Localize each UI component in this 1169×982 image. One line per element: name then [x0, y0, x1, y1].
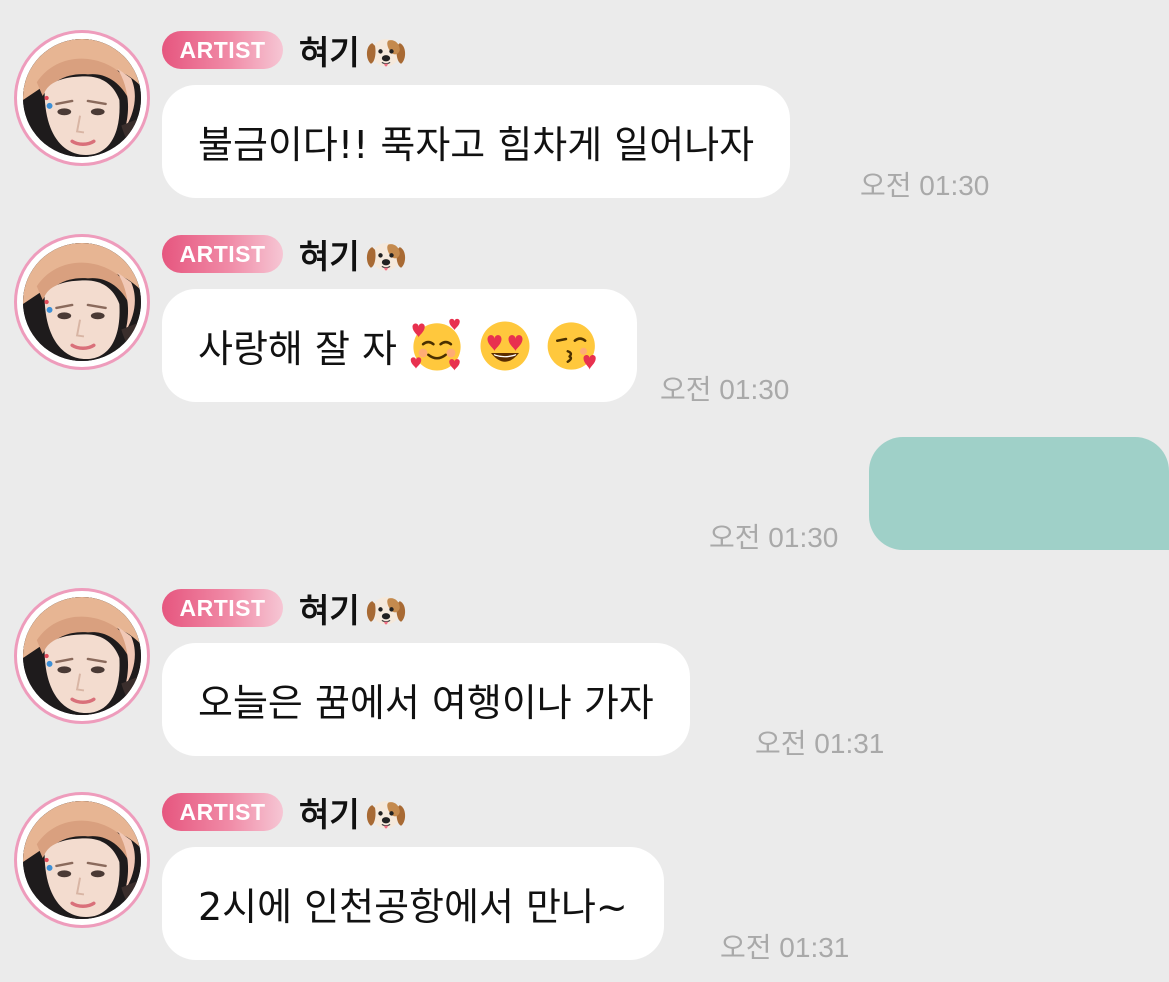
message-row: ARTIST 혀기 2시에 인천공항에서 만나~ 오전 01:31	[0, 792, 1169, 982]
avatar[interactable]	[14, 792, 150, 928]
message-text: 오늘은 꿈에서 여행이나 가자	[198, 681, 654, 725]
profile-photo-icon	[23, 597, 141, 715]
message-bubble[interactable]: 오늘은 꿈에서 여행이나 가자	[162, 643, 690, 756]
avatar-photo	[23, 597, 141, 715]
artist-badge: ARTIST	[162, 235, 283, 273]
dog-face-icon	[364, 586, 408, 630]
sender-name: 혀기	[299, 230, 408, 278]
profile-photo-icon	[23, 39, 141, 157]
avatar-photo	[23, 39, 141, 157]
message-time: 오전 01:31	[755, 728, 885, 759]
profile-photo-icon	[23, 243, 141, 361]
my-message-bubble[interactable]	[869, 437, 1169, 550]
avatar-photo	[23, 801, 141, 919]
message-row: ARTIST 혀기 사랑해 잘 자 오전 01:30	[0, 234, 1169, 424]
message-time: 오전 01:30	[860, 170, 990, 201]
message-text: 2시에 인천공항에서 만나~	[198, 885, 628, 929]
message-text: 사랑해 잘 자	[198, 327, 397, 371]
message-row: ARTIST 혀기 불금이다!! 푹자고 힘차게 일어나자 오전 01:30	[0, 30, 1169, 220]
dog-face-icon	[364, 790, 408, 834]
sender-name-text: 혀기	[299, 795, 360, 834]
message-bubble[interactable]: 2시에 인천공항에서 만나~	[162, 847, 664, 960]
my-message-time: 오전 01:30	[709, 522, 839, 553]
message-bubble[interactable]: 사랑해 잘 자	[162, 289, 637, 402]
avatar[interactable]	[14, 588, 150, 724]
sender-name: 혀기	[299, 788, 408, 836]
message-bubble[interactable]: 불금이다!! 푹자고 힘차게 일어나자	[162, 85, 791, 198]
message-text: 불금이다!! 푹자고 힘차게 일어나자	[198, 123, 755, 167]
heart-eyes-face-icon	[477, 318, 533, 374]
dog-face-icon	[364, 28, 408, 72]
face-blowing-kiss-icon	[545, 318, 601, 374]
avatar-photo	[23, 243, 141, 361]
artist-badge: ARTIST	[162, 589, 283, 627]
smiling-face-with-hearts-icon	[409, 318, 465, 374]
dog-face-icon	[364, 232, 408, 276]
sender-name-text: 혀기	[299, 33, 360, 72]
profile-photo-icon	[23, 801, 141, 919]
message-time: 오전 01:31	[720, 932, 850, 963]
artist-badge: ARTIST	[162, 31, 283, 69]
sender-name-text: 혀기	[299, 591, 360, 630]
sender-name: 혀기	[299, 26, 408, 74]
message-time: 오전 01:30	[660, 374, 790, 405]
artist-badge: ARTIST	[162, 793, 283, 831]
sender-name: 혀기	[299, 584, 408, 632]
message-row: ARTIST 혀기 오늘은 꿈에서 여행이나 가자 오전 01:31	[0, 588, 1169, 778]
avatar[interactable]	[14, 30, 150, 166]
avatar[interactable]	[14, 234, 150, 370]
sender-name-text: 혀기	[299, 237, 360, 276]
